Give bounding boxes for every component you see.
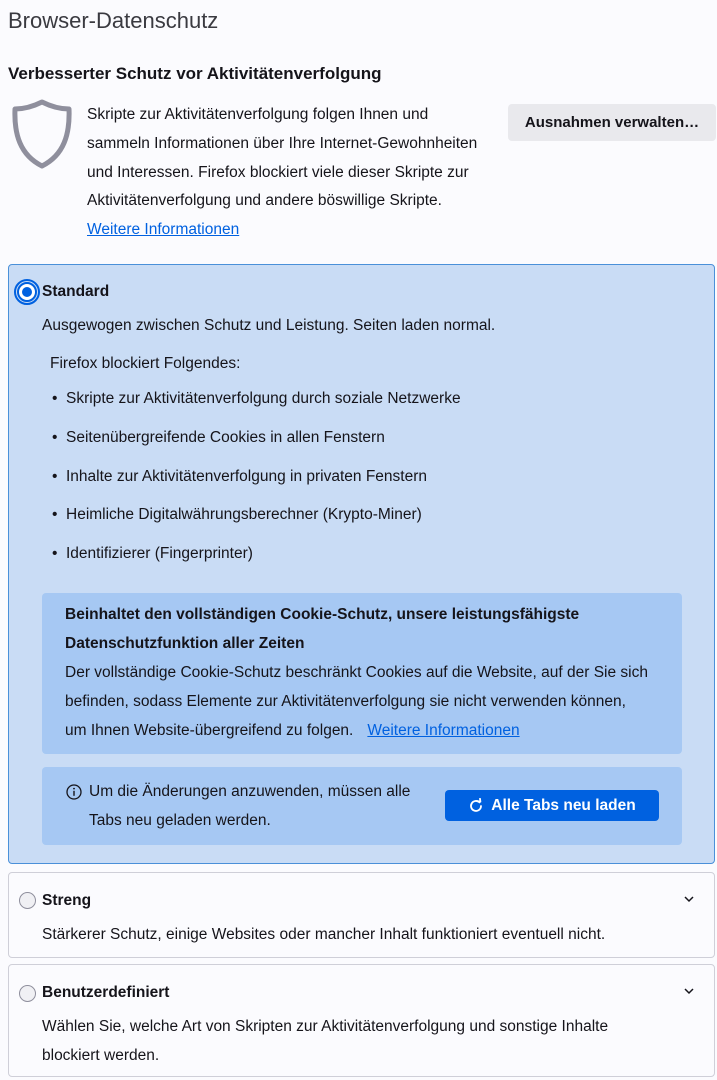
reload-line: Tabs neu geladen werden.: [89, 812, 271, 829]
reload-notice: Um die Änderungen anzuwenden, müssen all…: [42, 767, 682, 845]
reload-line: Um die Änderungen anzuwenden, müssen all…: [89, 783, 411, 800]
reload-icon: [470, 797, 483, 812]
list-item: Skripte zur Aktivitätenverfolgung durch …: [50, 384, 461, 423]
custom-description-line: Wählen Sie, welche Art von Skripten zur …: [42, 1018, 609, 1035]
reload-text: Um die Änderungen anzuwenden, müssen all…: [89, 777, 429, 835]
list-item: Heimliche Digitalwährungsberechner (Kryp…: [50, 500, 461, 539]
custom-radio[interactable]: [19, 985, 36, 1002]
standard-option-card[interactable]: Standard Ausgewogen zwischen Schutz und …: [8, 264, 715, 864]
blocks-heading: Firefox blockiert Folgendes:: [50, 355, 241, 372]
custom-option-card[interactable]: Benutzerdefiniert Wählen Sie, welche Art…: [8, 964, 715, 1077]
tcp-body-line: befinden, sodass Elemente zur Aktivitäte…: [65, 693, 626, 710]
list-item: Inhalte zur Aktivitätenverfolgung in pri…: [50, 462, 461, 501]
tcp-body-line: um Ihnen Website-übergreifend zu folgen.: [65, 722, 354, 739]
tcp-title-line: Datenschutzfunktion aller Zeiten: [65, 635, 305, 652]
standard-label: Standard: [42, 283, 110, 300]
tcp-body-line: Der vollständige Cookie-Schutz beschränk…: [65, 664, 648, 681]
strict-description: Stärkerer Schutz, einige Websites oder m…: [42, 926, 606, 943]
list-item: Seitenübergreifende Cookies in allen Fen…: [50, 423, 461, 462]
reload-all-tabs-button[interactable]: Alle Tabs neu laden: [445, 790, 659, 821]
learn-more-link[interactable]: Weitere Informationen: [87, 221, 239, 238]
intro-line: Skripte zur Aktivitätenverfolgung folgen…: [87, 106, 429, 123]
intro-line: sammeln Informationen über Ihre Internet…: [87, 134, 478, 152]
manage-exceptions-button[interactable]: Ausnahmen verwalten…: [508, 104, 716, 141]
standard-description: Ausgewogen zwischen Schutz und Leistung.…: [42, 317, 496, 334]
chevron-down-icon[interactable]: [682, 892, 696, 906]
list-item: Identifizierer (Fingerprinter): [50, 539, 461, 578]
tcp-learn-more-link[interactable]: Weitere Informationen: [367, 722, 519, 739]
standard-radio[interactable]: [14, 279, 40, 305]
shield-icon: [12, 99, 72, 169]
strict-option-card[interactable]: Streng Stärkerer Schutz, einige Websites…: [8, 872, 715, 958]
etp-intro: Skripte zur Aktivitätenverfolgung folgen…: [87, 101, 507, 245]
tcp-title-line: Beinhaltet den vollständigen Cookie-Schu…: [65, 606, 580, 623]
chevron-down-icon[interactable]: [682, 984, 696, 998]
strict-radio[interactable]: [19, 892, 36, 909]
cookie-protection-box: Beinhaltet den vollständigen Cookie-Schu…: [42, 593, 682, 754]
blocked-list: Skripte zur Aktivitätenverfolgung durch …: [50, 384, 461, 578]
custom-description-line: blockiert werden.: [42, 1047, 160, 1064]
intro-line: und Interessen. Firefox blockiert viele …: [87, 163, 469, 181]
info-icon: [66, 784, 82, 800]
custom-label: Benutzerdefiniert: [42, 984, 170, 1001]
intro-line: Aktivitätenverfolgung und andere böswill…: [87, 192, 442, 210]
page-title: Browser-Datenschutz: [8, 8, 219, 33]
reload-button-label: Alle Tabs neu laden: [491, 796, 636, 814]
etp-heading: Verbesserter Schutz vor Aktivitätenverfo…: [8, 64, 382, 83]
tcp-body-last: um Ihnen Website-übergreifend zu folgen.…: [65, 716, 659, 745]
strict-label: Streng: [42, 892, 92, 909]
custom-description: Wählen Sie, welche Art von Skripten zur …: [42, 1012, 608, 1070]
